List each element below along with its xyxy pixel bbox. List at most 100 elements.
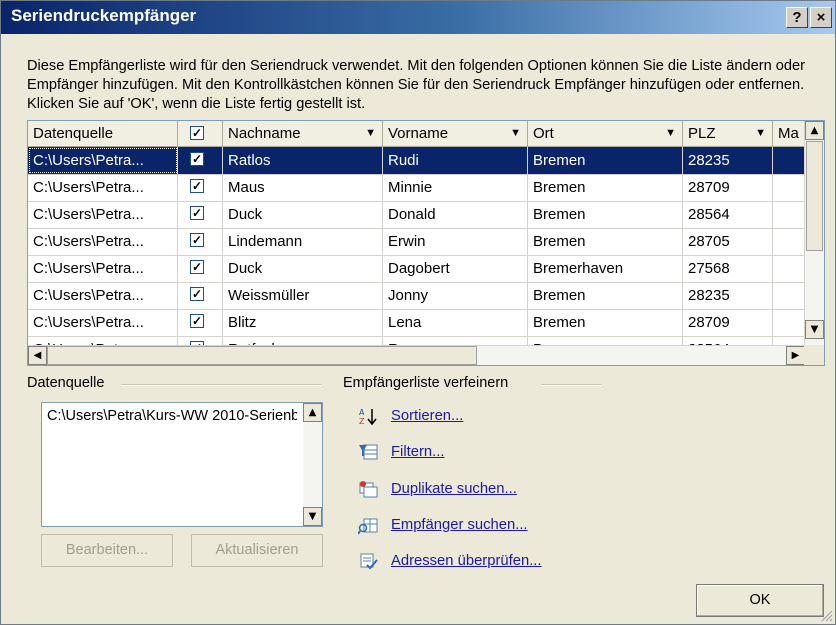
table-row[interactable]: C:\Users\Petra... ✓ Ratlos Rudi Bremen 28235 [28, 147, 813, 175]
cell-vorname[interactable]: Erwin [383, 228, 528, 255]
row-checkbox[interactable]: ✓ [190, 152, 204, 166]
scroll-right-icon[interactable]: ▶ [786, 346, 805, 365]
cell-ort[interactable]: Bremen [528, 228, 683, 255]
close-button[interactable]: × [810, 7, 832, 28]
listbox-scrollbar[interactable]: ▲ ▼ [303, 403, 322, 526]
row-checkbox[interactable]: ✓ [190, 314, 204, 328]
cell-datenquelle[interactable]: C:\Users\Petra... [28, 174, 178, 201]
cell-vorname[interactable]: Minnie [383, 174, 528, 201]
datasource-listbox[interactable]: C:\Users\Petra\Kurs-WW 2010-Serienbrief … [41, 402, 323, 527]
cell-plz[interactable]: 28235 [683, 282, 773, 309]
filter-link[interactable]: Filtern... [391, 444, 444, 460]
dropdown-arrow-icon[interactable]: ▼ [665, 121, 676, 146]
table-row[interactable]: C:\Users\Petra... ✓ Maus Minnie Bremen 28709 [28, 174, 813, 202]
resize-grip-icon[interactable] [821, 610, 833, 622]
cell-datenquelle[interactable]: C:\Users\Petra... [28, 147, 178, 174]
dropdown-arrow-icon[interactable]: ▼ [755, 121, 766, 146]
cell-vorname[interactable]: Dagobert [383, 255, 528, 282]
cell-nachname[interactable]: Blitz [223, 309, 383, 336]
cell-nachname[interactable]: Duck [223, 201, 383, 228]
filter-icon[interactable] [358, 442, 378, 462]
scroll-down-icon[interactable]: ▼ [805, 320, 824, 339]
scrollbar-thumb[interactable] [47, 346, 477, 365]
table-row[interactable]: C:\Users\Petra... ✓ Duck Donald Bremen 28564 [28, 201, 813, 229]
cell-ort[interactable]: Bremen [528, 174, 683, 201]
edit-button[interactable]: Bearbeiten... [41, 534, 173, 567]
cell-checkbox[interactable]: ✓ [178, 282, 223, 309]
cell-nachname[interactable]: Weissmüller [223, 282, 383, 309]
find-duplicates-link[interactable]: Duplikate suchen... [391, 481, 517, 497]
validate-addresses-icon[interactable] [358, 551, 378, 571]
refresh-button[interactable]: Aktualisieren [191, 534, 323, 567]
cell-ort[interactable]: Bremen [528, 282, 683, 309]
cell-plz[interactable]: 28709 [683, 174, 773, 201]
dropdown-arrow-icon[interactable]: ▼ [365, 121, 376, 146]
table-row[interactable]: C:\Users\Petra... ✓ Blitz Lena Bremen 28709 [28, 309, 813, 337]
scrollbar-thumb[interactable] [806, 141, 823, 251]
scroll-up-icon[interactable]: ▲ [303, 403, 322, 422]
col-header-datenquelle[interactable]: Datenquelle [28, 121, 178, 147]
find-recipient-icon[interactable] [358, 515, 378, 535]
refine-group-label: Empfängerliste verfeinern [343, 375, 515, 391]
cell-nachname[interactable]: Ratlos [223, 147, 383, 174]
cell-vorname[interactable]: Jonny [383, 282, 528, 309]
cell-vorname[interactable]: Lena [383, 309, 528, 336]
recipient-grid[interactable]: Datenquelle ✓ Nachname ▼ Vorname ▼ Ort ▼ PL… [27, 120, 825, 366]
row-checkbox[interactable]: ✓ [190, 233, 204, 247]
cell-datenquelle[interactable]: C:\Users\Petra... [28, 201, 178, 228]
cell-checkbox[interactable]: ✓ [178, 147, 223, 174]
cell-ort[interactable]: Bremerhaven [528, 255, 683, 282]
cell-checkbox[interactable]: ✓ [178, 309, 223, 336]
datasource-item[interactable]: C:\Users\Petra\Kurs-WW 2010-Serienbrief [47, 408, 297, 424]
cell-checkbox[interactable]: ✓ [178, 228, 223, 255]
sort-az-icon[interactable]: A Z [358, 406, 378, 426]
cell-checkbox[interactable]: ✓ [178, 174, 223, 201]
cell-datenquelle[interactable]: C:\Users\Petra... [28, 309, 178, 336]
col-header-ort[interactable]: Ort ▼ [528, 121, 683, 147]
sort-link[interactable]: Sortieren... [391, 408, 463, 424]
help-button[interactable]: ? [786, 7, 808, 28]
vertical-scrollbar[interactable]: ▲ ▼ [804, 121, 824, 347]
find-duplicates-icon[interactable] [358, 479, 378, 499]
horizontal-scrollbar[interactable]: ◀ ▶ [28, 345, 805, 365]
col-header-checkbox[interactable]: ✓ [178, 121, 223, 147]
ok-button[interactable]: OK [696, 584, 824, 617]
col-header-plz[interactable]: PLZ ▼ [683, 121, 773, 147]
title-bar[interactable]: Seriendruckempfänger ? × [1, 1, 835, 34]
cell-plz[interactable]: 28564 [683, 201, 773, 228]
scroll-down-icon[interactable]: ▼ [303, 507, 322, 526]
cell-checkbox[interactable]: ✓ [178, 255, 223, 282]
cell-vorname[interactable]: Rudi [383, 147, 528, 174]
cell-checkbox[interactable]: ✓ [178, 201, 223, 228]
table-row[interactable]: C:\Users\Petra... ✓ Weissmüller Jonny Bremen… [28, 282, 813, 310]
dropdown-arrow-icon[interactable]: ▼ [510, 121, 521, 146]
table-row[interactable]: C:\Users\Petra... ✓ Lindemann Erwin Bremen 28… [28, 228, 813, 256]
select-all-checkbox[interactable]: ✓ [190, 126, 204, 140]
cell-nachname[interactable]: Maus [223, 174, 383, 201]
cell-datenquelle[interactable]: C:\Users\Petra... [28, 255, 178, 282]
find-recipient-link[interactable]: Empfänger suchen... [391, 517, 528, 533]
table-row[interactable]: C:\Users\Petra... ✓ Duck Dagobert Bremerhave… [28, 255, 813, 283]
scroll-left-icon[interactable]: ◀ [28, 346, 47, 365]
cell-ort[interactable]: Bremen [528, 309, 683, 336]
validate-addresses-link[interactable]: Adressen überprüfen... [391, 553, 542, 569]
col-header-nachname[interactable]: Nachname ▼ [223, 121, 383, 147]
cell-vorname[interactable]: Donald [383, 201, 528, 228]
cell-plz[interactable]: 28705 [683, 228, 773, 255]
cell-nachname[interactable]: Duck [223, 255, 383, 282]
row-checkbox[interactable]: ✓ [190, 287, 204, 301]
svg-text:A: A [359, 408, 365, 417]
row-checkbox[interactable]: ✓ [190, 260, 204, 274]
scroll-up-icon[interactable]: ▲ [805, 121, 824, 140]
cell-datenquelle[interactable]: C:\Users\Petra... [28, 282, 178, 309]
cell-nachname[interactable]: Lindemann [223, 228, 383, 255]
cell-plz[interactable]: 27568 [683, 255, 773, 282]
cell-ort[interactable]: Bremen [528, 147, 683, 174]
col-header-vorname[interactable]: Vorname ▼ [383, 121, 528, 147]
cell-plz[interactable]: 28709 [683, 309, 773, 336]
row-checkbox[interactable]: ✓ [190, 179, 204, 193]
cell-plz[interactable]: 28235 [683, 147, 773, 174]
cell-datenquelle[interactable]: C:\Users\Petra... [28, 228, 178, 255]
cell-ort[interactable]: Bremen [528, 201, 683, 228]
row-checkbox[interactable]: ✓ [190, 206, 204, 220]
